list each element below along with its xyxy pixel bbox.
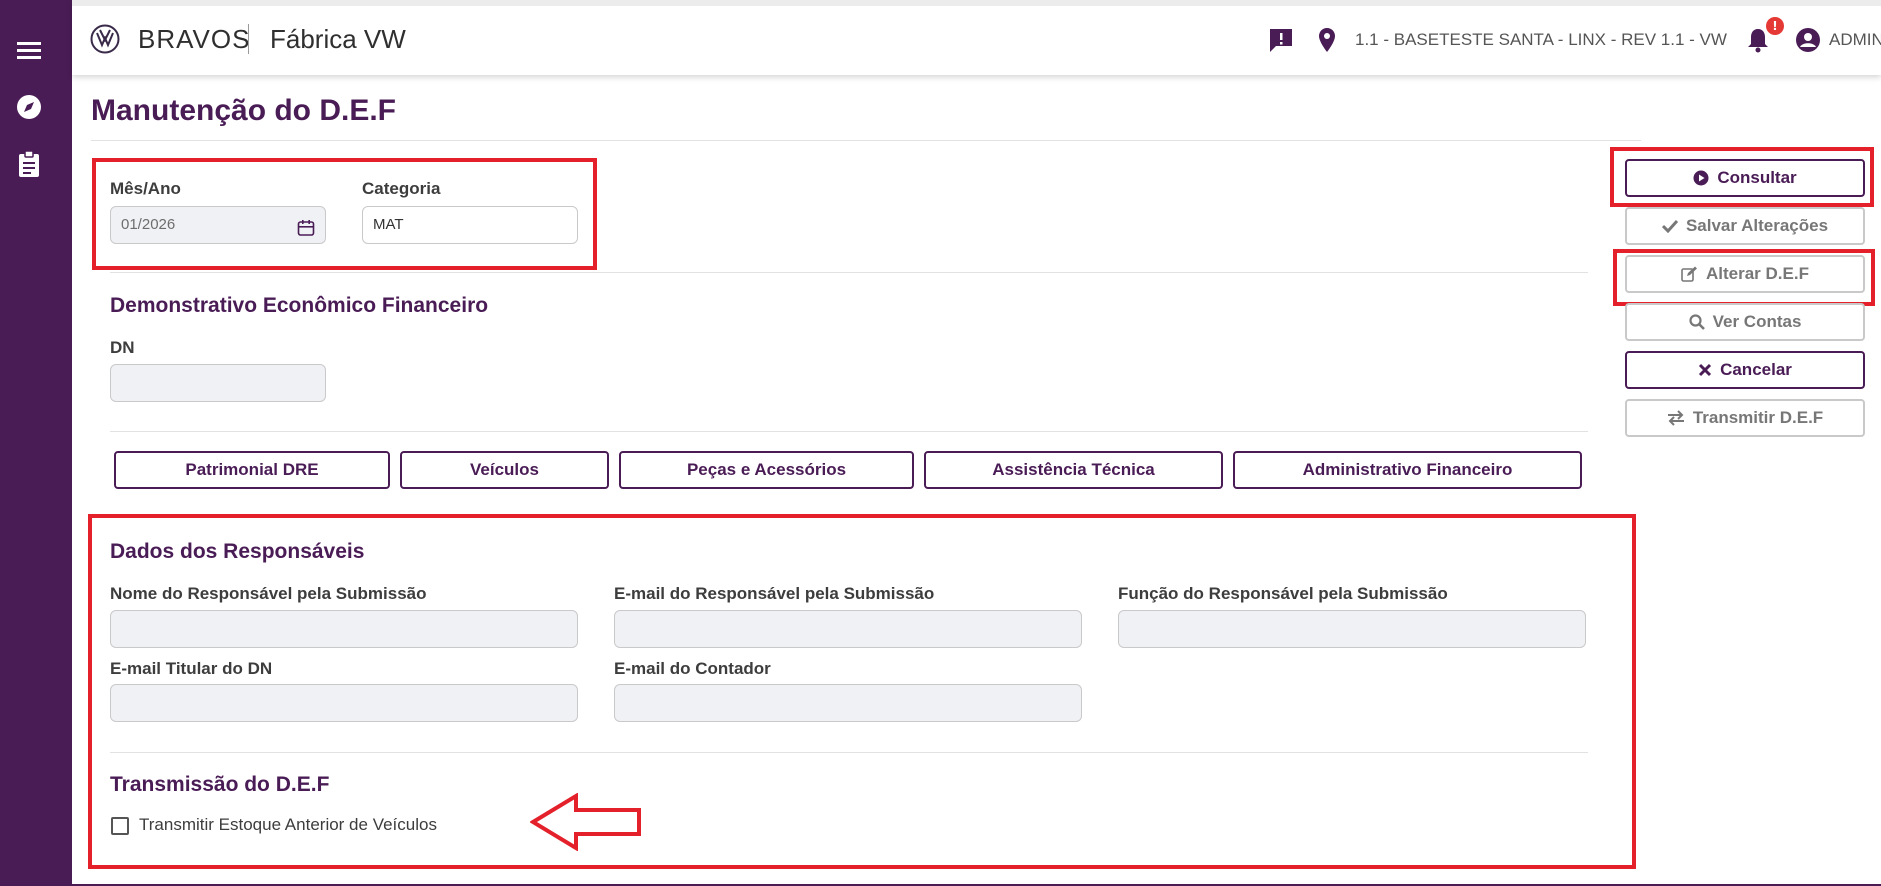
highlight-consultar — [1610, 147, 1874, 207]
menu-icon[interactable] — [15, 36, 43, 64]
transmitir-label: Transmitir D.E.F — [1692, 408, 1824, 427]
tab-pecas-acessorios[interactable]: Peças e Acessórios — [619, 451, 914, 489]
brand-separator — [248, 24, 249, 54]
vw-logo-icon — [90, 24, 120, 54]
check-icon — [1661, 219, 1678, 233]
highlight-filters — [92, 158, 597, 270]
close-icon — [1699, 363, 1712, 377]
brand-subtitle: Fábrica VW — [270, 24, 406, 54]
ver-contas-button[interactable]: Ver Contas — [1625, 303, 1865, 341]
highlight-alterar — [1613, 249, 1875, 306]
highlight-responsaveis — [88, 514, 1636, 869]
top-strip — [72, 0, 1881, 6]
user-name[interactable]: ADMIN — [1829, 30, 1881, 50]
title-divider — [91, 140, 1641, 141]
filters-divider — [110, 272, 1588, 273]
tab-administrativo-financeiro[interactable]: Administrativo Financeiro — [1233, 451, 1582, 489]
dn-divider — [110, 431, 1588, 432]
salvar-label: Salvar Alterações — [1685, 216, 1829, 235]
brand-name: BRAVOS — [138, 24, 251, 54]
cancelar-label: Cancelar — [1720, 360, 1792, 379]
user-avatar-icon[interactable] — [1795, 26, 1821, 54]
location-pin-icon[interactable] — [1318, 26, 1336, 54]
def-section-title: Demonstrativo Econômico Financeiro — [110, 294, 489, 317]
tab-patrimonial-dre[interactable]: Patrimonial DRE — [114, 451, 390, 489]
salvar-alteracoes-button[interactable]: Salvar Alterações — [1625, 207, 1865, 245]
bell-icon[interactable] — [1747, 26, 1769, 54]
compass-icon[interactable] — [15, 93, 43, 121]
top-header: BRAVOS Fábrica VW 1.1 - BASETESTE SANTA … — [72, 0, 1881, 75]
dn-input[interactable] — [110, 364, 326, 402]
dn-label: DN — [110, 338, 135, 357]
notification-badge: ! — [1766, 17, 1784, 35]
clipboard-icon[interactable] — [15, 150, 43, 178]
cancelar-button[interactable]: Cancelar — [1625, 351, 1865, 389]
search-icon — [1688, 314, 1705, 330]
location-selector[interactable]: 1.1 - BASETESTE SANTA - LINX - REV 1.1 -… — [1355, 30, 1727, 50]
feedback-icon[interactable] — [1268, 26, 1294, 54]
transmitir-def-button[interactable]: Transmitir D.E.F — [1625, 399, 1865, 437]
sidebar — [0, 0, 72, 886]
tab-assistencia-tecnica[interactable]: Assistência Técnica — [924, 451, 1223, 489]
tab-veiculos[interactable]: Veículos — [400, 451, 609, 489]
page-title: Manutenção do D.E.F — [91, 94, 397, 127]
ver-contas-label: Ver Contas — [1712, 312, 1802, 331]
exchange-icon — [1667, 410, 1684, 426]
